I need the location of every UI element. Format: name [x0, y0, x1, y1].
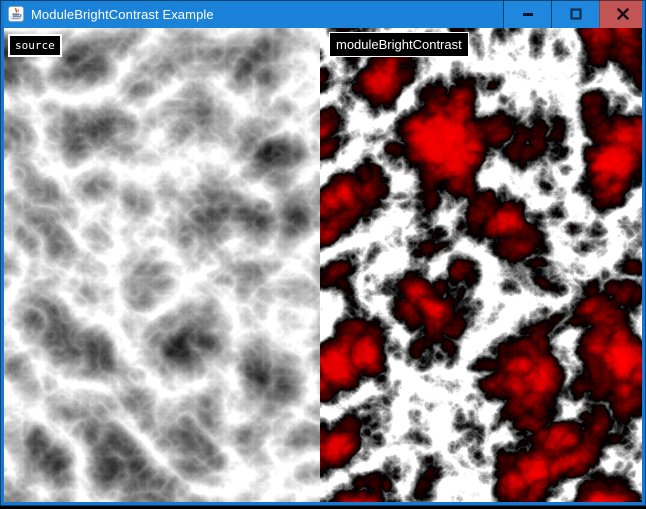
source-image-label: source — [8, 34, 62, 57]
app-window: ModuleBrightContrast Example — [0, 0, 646, 509]
maximize-icon — [570, 8, 582, 20]
maximize-button[interactable] — [551, 0, 599, 28]
source-image — [4, 28, 320, 502]
close-icon — [617, 8, 629, 20]
minimize-icon — [522, 8, 534, 20]
minimize-button[interactable] — [503, 0, 551, 28]
java-coffee-cup-icon[interactable] — [8, 6, 24, 22]
modulebrightcontrast-image-label: moduleBrightContrast — [329, 32, 469, 57]
modulebrightcontrast-image — [320, 28, 642, 502]
window-title: ModuleBrightContrast Example — [31, 7, 214, 22]
image-display-area: source moduleBrightContrast — [4, 28, 642, 502]
source-image-panel: source — [4, 28, 320, 502]
modulebrightcontrast-image-panel: moduleBrightContrast — [320, 28, 642, 502]
titlebar[interactable]: ModuleBrightContrast Example — [0, 0, 646, 28]
close-button[interactable] — [599, 0, 646, 28]
window-controls — [503, 0, 646, 28]
